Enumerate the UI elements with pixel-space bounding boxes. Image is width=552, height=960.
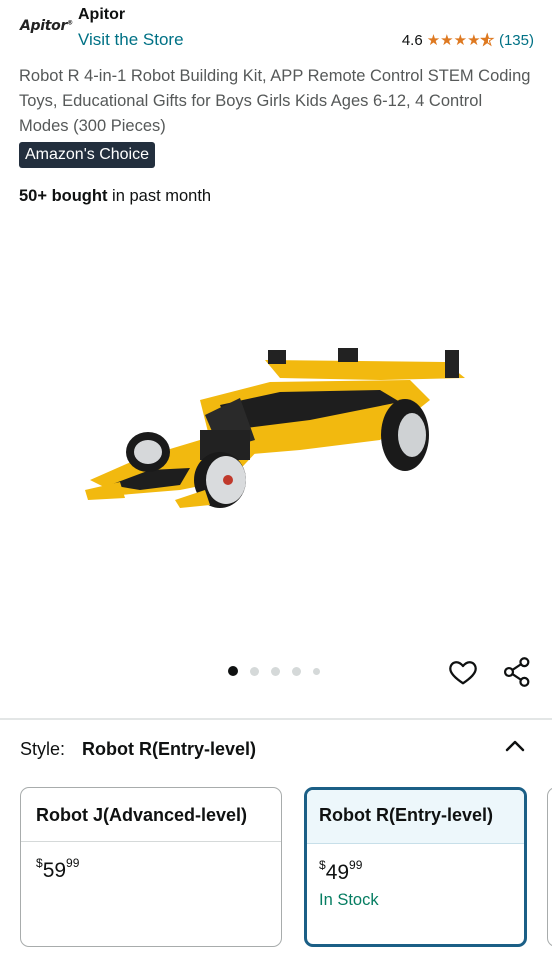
style-option-card[interactable]: Robot J(Advanced-level) $5999: [20, 787, 282, 947]
stock-status: In Stock: [319, 891, 379, 909]
star-icon: ★: [440, 32, 454, 49]
brand-logo[interactable]: Apitor®: [20, 18, 73, 34]
price-dollars: 49: [325, 861, 350, 884]
bought-count-rest: in past month: [107, 187, 212, 205]
price-dollars: 59: [42, 859, 67, 882]
carousel-dot[interactable]: [313, 667, 320, 675]
style-option-card-partial[interactable]: [547, 787, 552, 947]
style-option-card-selected[interactable]: Robot R(Entry-level) $4999 In Stock: [304, 787, 527, 947]
section-divider: [0, 718, 552, 720]
image-carousel-dots: [228, 666, 332, 676]
price-cents: 99: [349, 858, 363, 872]
share-icon[interactable]: [502, 656, 532, 688]
star-icon: ★: [467, 32, 481, 49]
carousel-dot-active[interactable]: [228, 666, 238, 676]
chevron-up-icon[interactable]: [504, 738, 526, 754]
amazons-choice-badge[interactable]: Amazon's Choice: [19, 142, 155, 168]
heart-icon[interactable]: [448, 657, 478, 687]
bought-count-bold: 50+ bought: [19, 187, 108, 205]
style-selected-value: Robot R(Entry-level): [82, 739, 257, 759]
bought-count: 50+ bought in past month: [19, 187, 211, 206]
carousel-dot[interactable]: [292, 666, 301, 676]
carousel-dot[interactable]: [250, 666, 259, 676]
visit-store-link[interactable]: Visit the Store: [78, 30, 184, 50]
rating-summary[interactable]: 4.6 ★ ★ ★ ★ ★ (135): [402, 32, 534, 49]
brand-header: Apitor® Apitor Visit the Store 4.6 ★ ★ ★…: [0, 0, 552, 60]
rating-value: 4.6: [401, 32, 423, 49]
style-option-name: Robot R(Entry-level): [307, 790, 524, 844]
style-label: Style:: [20, 739, 66, 759]
carousel-dot[interactable]: [271, 666, 280, 676]
star-rating: ★ ★ ★ ★ ★: [426, 32, 495, 49]
star-icon: ★: [453, 32, 468, 49]
style-option-name: Robot J(Advanced-level): [21, 788, 281, 842]
style-option-price: $5999: [36, 856, 80, 882]
star-icon: ★: [426, 32, 441, 49]
brand-name: Apitor: [78, 6, 126, 23]
style-selector-header[interactable]: Style: Robot R(Entry-level): [20, 739, 256, 760]
price-cents: 99: [66, 856, 80, 870]
half-star-icon: ★: [480, 32, 494, 49]
product-title: Robot R 4-in-1 Robot Building Kit, APP R…: [19, 67, 531, 135]
product-image[interactable]: [80, 340, 480, 520]
style-option-price: $4999: [319, 858, 363, 884]
review-count[interactable]: (135): [499, 32, 534, 49]
